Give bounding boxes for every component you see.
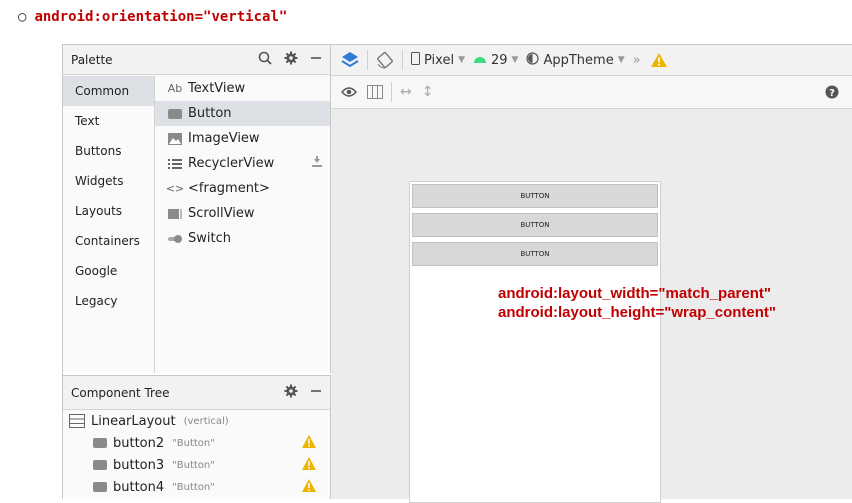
tree-row-hint: "Button" xyxy=(172,481,215,493)
palette-item-label: <fragment> xyxy=(188,181,270,196)
palette-item-button[interactable]: Button xyxy=(155,101,330,126)
palette-item-imageview[interactable]: ImageView xyxy=(155,126,330,151)
device-label: Pixel xyxy=(424,52,455,68)
minimize-icon[interactable] xyxy=(310,51,322,69)
design-toolbar: Pixel ▼ 29 ▼ AppTheme ▼ » xyxy=(331,45,852,76)
button-icon xyxy=(93,482,107,492)
palette-item-label: Button xyxy=(188,106,232,121)
recyclerview-icon xyxy=(167,158,183,170)
linearlayout-icon xyxy=(69,414,85,428)
theme-icon xyxy=(526,51,540,69)
tree-row-label: button4 xyxy=(113,479,165,495)
palette-title: Palette xyxy=(71,52,113,67)
button-icon xyxy=(93,438,107,448)
palette-item-label: ScrollView xyxy=(188,206,255,221)
svg-text:?: ? xyxy=(829,88,835,99)
category-google[interactable]: Google xyxy=(63,256,154,286)
tree-row-hint: (vertical) xyxy=(183,415,229,427)
phone-icon xyxy=(411,51,420,69)
tree-row-label: button3 xyxy=(113,457,165,473)
category-buttons[interactable]: Buttons xyxy=(63,136,154,166)
caption-bullet: ○ xyxy=(18,9,27,25)
annotation-width: android:layout_width="match_parent" xyxy=(498,285,772,302)
palette-header: Palette xyxy=(63,45,330,75)
caption: ○ android:orientation="vertical" xyxy=(18,9,287,25)
scrollview-icon xyxy=(167,208,183,219)
android-icon xyxy=(473,53,487,68)
tree-row-button4[interactable]: button4 "Button" xyxy=(63,476,330,498)
tree-row-hint: "Button" xyxy=(172,437,215,449)
fragment-icon: <> xyxy=(165,182,185,195)
annotation-height: android:layout_height="wrap_content" xyxy=(498,304,776,321)
palette-item-fragment[interactable]: <> <fragment> xyxy=(155,176,330,201)
caption-text: android:orientation="vertical" xyxy=(34,9,288,25)
palette-item-recyclerview[interactable]: RecyclerView xyxy=(155,151,330,176)
chevron-down-icon: ▼ xyxy=(458,55,465,65)
api-dropdown[interactable]: 29 ▼ xyxy=(473,53,518,68)
minimize-icon[interactable] xyxy=(310,384,322,402)
chevron-down-icon: ▼ xyxy=(511,55,519,65)
orientation-icon[interactable] xyxy=(376,51,394,69)
palette-item-label: ImageView xyxy=(188,131,260,146)
warning-icon[interactable] xyxy=(650,53,667,67)
category-layouts[interactable]: Layouts xyxy=(63,196,154,226)
more-icon[interactable]: » xyxy=(633,53,641,68)
palette-item-textview[interactable]: Ab TextView xyxy=(155,76,330,101)
horizontal-arrows-icon[interactable]: ↔ xyxy=(400,84,412,100)
palette-panel: Palette Common Text Buttons Widgets Layo… xyxy=(63,45,331,373)
layout-editor-window: Palette Common Text Buttons Widgets Layo… xyxy=(62,44,852,503)
theme-label: AppTheme xyxy=(543,52,614,68)
category-common[interactable]: Common xyxy=(63,76,154,106)
preview-button-1[interactable]: BUTTON xyxy=(412,184,658,208)
palette-item-label: Switch xyxy=(188,231,231,246)
palette-item-scrollview[interactable]: ScrollView xyxy=(155,201,330,226)
palette-item-label: TextView xyxy=(188,81,246,96)
category-legacy[interactable]: Legacy xyxy=(63,286,154,316)
gear-icon[interactable] xyxy=(284,51,298,69)
palette-item-switch[interactable]: Switch xyxy=(155,226,330,251)
component-tree-panel: Component Tree LinearLayout (vertical) b… xyxy=(63,375,331,499)
help-icon[interactable]: ? xyxy=(825,85,839,99)
warning-icon[interactable] xyxy=(302,434,316,452)
blueprint-icon[interactable] xyxy=(367,85,383,99)
eye-icon[interactable] xyxy=(341,86,357,98)
category-text[interactable]: Text xyxy=(63,106,154,136)
tree-row-button2[interactable]: button2 "Button" xyxy=(63,432,330,454)
device-dropdown[interactable]: Pixel ▼ xyxy=(411,51,465,69)
download-icon[interactable] xyxy=(312,156,322,171)
tree-row-label: button2 xyxy=(113,435,165,451)
category-widgets[interactable]: Widgets xyxy=(63,166,154,196)
component-tree-header: Component Tree xyxy=(63,376,330,410)
warning-icon[interactable] xyxy=(302,456,316,474)
preview-button-3[interactable]: BUTTON xyxy=(412,242,658,266)
palette-categories: Common Text Buttons Widgets Layouts Cont… xyxy=(63,76,155,373)
tree-row-button3[interactable]: button3 "Button" xyxy=(63,454,330,476)
vertical-arrows-icon[interactable]: ↕ xyxy=(422,84,434,100)
tree-row-label: LinearLayout xyxy=(91,413,176,429)
button-icon xyxy=(167,108,183,119)
imageview-icon xyxy=(167,132,183,145)
tree-row-linearlayout[interactable]: LinearLayout (vertical) xyxy=(63,410,330,432)
chevron-down-icon: ▼ xyxy=(617,55,625,65)
layers-icon[interactable] xyxy=(341,51,359,69)
view-toolbar: ↔ ↕ ? xyxy=(331,76,852,109)
warning-icon[interactable] xyxy=(302,478,316,496)
api-label: 29 xyxy=(491,52,508,68)
button-icon xyxy=(93,460,107,470)
search-icon[interactable] xyxy=(258,51,272,69)
layout-annotation: android:layout_width="match_parent" andr… xyxy=(498,284,776,322)
tree-row-hint: "Button" xyxy=(172,459,215,471)
palette-item-label: RecyclerView xyxy=(188,156,275,171)
preview-button-2[interactable]: BUTTON xyxy=(412,213,658,237)
switch-icon xyxy=(167,234,183,244)
gear-icon[interactable] xyxy=(284,384,298,402)
palette-items: Ab TextView Button ImageView RecyclerVie… xyxy=(155,76,330,373)
component-tree-title: Component Tree xyxy=(71,385,170,400)
theme-dropdown[interactable]: AppTheme ▼ xyxy=(526,51,625,69)
textview-icon: Ab xyxy=(167,82,183,95)
device-preview[interactable]: BUTTON BUTTON BUTTON xyxy=(409,181,661,503)
category-containers[interactable]: Containers xyxy=(63,226,154,256)
